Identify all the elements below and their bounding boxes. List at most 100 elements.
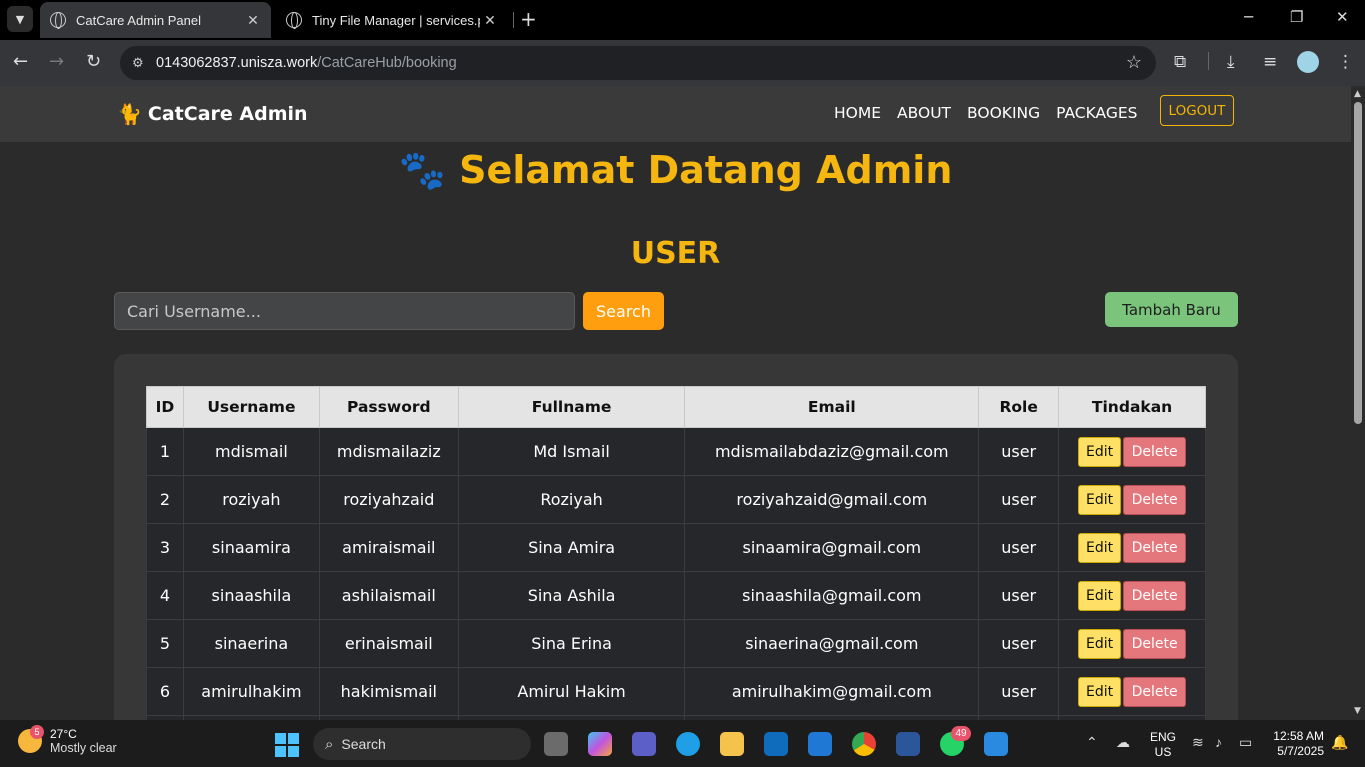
close-window-icon[interactable]: ✕ — [1336, 8, 1349, 26]
scroll-down-icon[interactable]: ▼ — [1354, 706, 1361, 716]
bookmark-star-icon[interactable]: ☆ — [1126, 52, 1142, 73]
back-icon[interactable]: ← — [13, 51, 28, 73]
page-viewport: 🐈 CatCare Admin HOME ABOUT BOOKING PACKA… — [0, 86, 1351, 720]
toolbar-divider — [1208, 52, 1209, 70]
onedrive-icon[interactable]: ☁ — [1116, 734, 1130, 751]
battery-icon[interactable]: ▭ — [1239, 734, 1252, 751]
browser-menu-icon[interactable]: ⋮ — [1337, 52, 1354, 72]
edit-button[interactable]: Edit — [1078, 676, 1122, 707]
nav-packages[interactable]: PACKAGES — [1056, 104, 1137, 122]
cell-username: sinaashila — [182, 571, 320, 620]
add-new-button[interactable]: Tambah Baru — [1105, 292, 1238, 327]
windows-start-icon[interactable] — [275, 733, 299, 757]
forward-icon[interactable]: → — [49, 51, 64, 73]
delete-button[interactable]: Delete — [1123, 676, 1187, 707]
reload-icon[interactable]: ↻ — [86, 51, 101, 73]
user-table: ID Username Password Fullname Email Role… — [146, 386, 1206, 720]
tab-catcare-admin[interactable]: CatCare Admin Panel ✕ — [40, 2, 271, 38]
cell-password: roziyahzaid — [318, 475, 459, 524]
tab-title: Tiny File Manager | services.php — [312, 12, 480, 28]
chrome-icon[interactable] — [852, 732, 876, 756]
file-explorer-icon[interactable] — [720, 732, 744, 756]
table-row: 2 roziyah roziyahzaid Roziyah roziyahzai… — [146, 475, 1206, 524]
edit-button[interactable]: Edit — [1078, 484, 1122, 515]
cell-actions: Edit Delete — [1058, 427, 1206, 476]
cell-email: sinaerina@gmail.com — [684, 619, 980, 668]
tab-close-icon[interactable]: ✕ — [243, 12, 263, 29]
cell-fullname: Sina Erina — [457, 619, 686, 668]
cell-password: amiraismail — [318, 523, 459, 572]
taskbar-search[interactable]: ⌕ Search — [313, 728, 531, 760]
weather-temp: 27°C — [50, 727, 77, 741]
extensions-icon[interactable]: ⧉ — [1174, 52, 1186, 72]
nav-home[interactable]: HOME — [834, 104, 881, 122]
site-info-icon[interactable]: ⚙ — [132, 55, 148, 71]
media-control-icon[interactable]: ≡ — [1263, 52, 1277, 72]
new-tab-icon[interactable]: + — [520, 8, 537, 30]
cell-actions: Edit Delete — [1058, 619, 1206, 668]
cell-id: 5 — [146, 619, 184, 668]
logout-button[interactable]: LOGOUT — [1160, 95, 1234, 126]
search-button[interactable]: Search — [583, 292, 664, 330]
tray-chevron-icon[interactable]: ⌃ — [1086, 734, 1098, 751]
edit-button[interactable]: Edit — [1078, 532, 1122, 563]
azure-data-studio-icon[interactable] — [808, 732, 832, 756]
language-indicator[interactable]: ENG US — [1150, 730, 1176, 760]
edit-button[interactable]: Edit — [1078, 580, 1122, 611]
task-view-icon[interactable] — [544, 732, 568, 756]
cell-username: sinaamira — [182, 523, 320, 572]
delete-button[interactable]: Delete — [1123, 436, 1187, 467]
restore-icon[interactable]: ❐ — [1290, 8, 1303, 26]
cell-password: mdismailaziz — [318, 427, 459, 476]
teams-icon[interactable] — [632, 732, 656, 756]
welcome-heading: 🐾 Selamat Datang Admin — [0, 148, 1351, 193]
tab-search-chevron-icon[interactable]: ▼ — [7, 6, 33, 32]
photos-icon[interactable] — [984, 732, 1008, 756]
scroll-up-icon[interactable]: ▲ — [1354, 89, 1361, 99]
cell-password: hakimismail — [318, 667, 459, 716]
weather-badge: 5 — [30, 725, 44, 739]
weather-moon-icon: 5 — [18, 725, 44, 753]
delete-button[interactable]: Delete — [1123, 532, 1187, 563]
cell-role: user — [978, 523, 1060, 572]
page-scrollbar[interactable]: ▲ ▼ — [1351, 86, 1365, 720]
edit-button[interactable]: Edit — [1078, 628, 1122, 659]
brand-logo[interactable]: 🐈 CatCare Admin — [117, 102, 308, 126]
table-row: 1 mdismail mdismailaziz Md Ismail mdisma… — [146, 427, 1206, 476]
word-icon[interactable] — [896, 732, 920, 756]
section-title: USER — [630, 236, 721, 271]
edge-icon[interactable] — [676, 732, 700, 756]
download-icon[interactable]: ⤓ — [1227, 52, 1235, 72]
lang-code: ENG — [1150, 730, 1177, 744]
nav-booking[interactable]: BOOKING — [967, 104, 1040, 122]
table-row: 6 amirulhakim hakimismail Amirul Hakim a… — [146, 667, 1206, 716]
notification-bell-icon[interactable]: 🔔 — [1331, 734, 1348, 751]
cell-username: mdismail — [182, 427, 320, 476]
url-host: 0143062837.unisza.work — [156, 55, 318, 71]
delete-button[interactable]: Delete — [1123, 484, 1187, 515]
nav-about[interactable]: ABOUT — [897, 104, 951, 122]
user-table-card: ID Username Password Fullname Email Role… — [114, 354, 1238, 720]
header-id: ID — [146, 386, 184, 428]
profile-avatar[interactable] — [1297, 51, 1319, 73]
wifi-icon[interactable]: ≋ — [1192, 734, 1204, 751]
weather-widget[interactable]: 5 27°C Mostly clear — [18, 725, 117, 755]
browser-tab-strip: ▼ CatCare Admin Panel ✕ Tiny File Manage… — [0, 0, 1365, 40]
tab-tiny-file-manager[interactable]: Tiny File Manager | services.php ✕ — [278, 2, 508, 38]
search-username-input[interactable] — [114, 292, 575, 330]
cell-id: 3 — [146, 523, 184, 572]
header-password: Password — [318, 386, 459, 428]
whatsapp-badge: 49 — [951, 726, 971, 741]
volume-icon[interactable]: ♪ — [1215, 734, 1222, 750]
delete-button[interactable]: Delete — [1123, 628, 1187, 659]
scrollbar-thumb[interactable] — [1354, 102, 1362, 424]
edit-button[interactable]: Edit — [1078, 436, 1122, 467]
copilot-icon[interactable] — [588, 732, 612, 756]
minimize-icon[interactable]: ─ — [1244, 8, 1253, 26]
address-bar[interactable]: ⚙ 0143062837.unisza.work/CatCareHub/book… — [120, 46, 1156, 80]
cell-role: user — [978, 667, 1060, 716]
clock[interactable]: 12:58 AM 5/7/2025 — [1268, 729, 1324, 759]
outlook-icon[interactable] — [764, 732, 788, 756]
tab-close-icon[interactable]: ✕ — [480, 12, 500, 29]
delete-button[interactable]: Delete — [1123, 580, 1187, 611]
